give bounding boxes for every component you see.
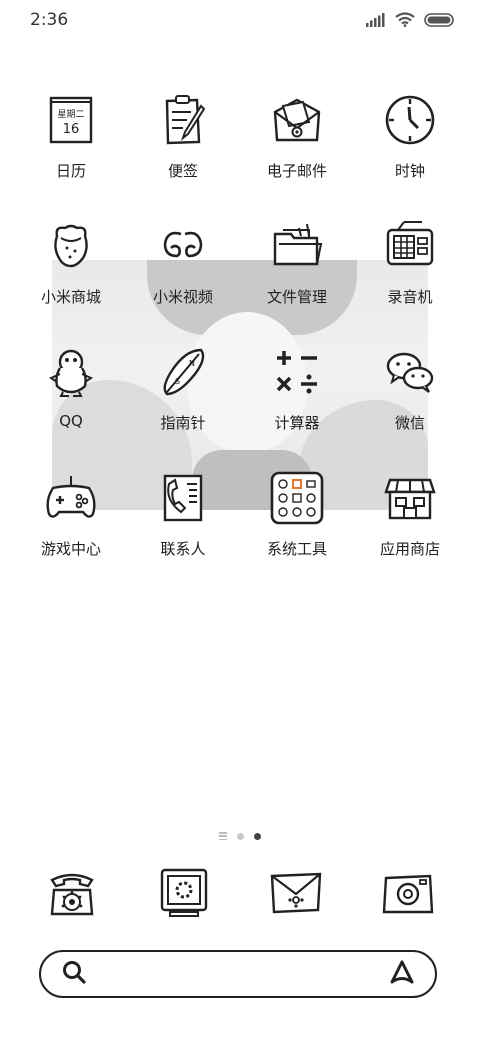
app-qq[interactable]: QQ <box>16 344 126 430</box>
page-indicator-menu-icon[interactable] <box>219 832 227 840</box>
status-bar: 2:36 <box>0 0 480 44</box>
app-label: 文件管理 <box>266 288 327 306</box>
app-calendar[interactable]: 星期二 16 日历 <box>16 92 126 181</box>
wifi-icon <box>395 12 415 31</box>
recorder-icon <box>382 218 438 274</box>
messages-icon <box>154 862 214 926</box>
app-label: 便签 <box>167 162 198 180</box>
notes-icon <box>155 92 211 148</box>
dock-browser[interactable] <box>264 862 328 926</box>
app-label: 系统工具 <box>266 540 327 558</box>
system-tools-folder-icon <box>269 470 325 526</box>
calendar-day: 16 <box>63 122 80 137</box>
app-system-tools-folder[interactable]: 系统工具 <box>242 470 352 559</box>
qq-icon <box>43 344 99 400</box>
app-label: 小米视频 <box>152 288 213 306</box>
app-label: 微信 <box>394 414 425 432</box>
assistant-icon[interactable] <box>389 959 415 989</box>
dock-camera[interactable] <box>376 862 440 926</box>
mi-video-icon <box>155 218 211 274</box>
search-icon[interactable] <box>61 959 87 989</box>
app-label: 日历 <box>55 162 86 180</box>
dock-messages[interactable] <box>152 862 216 926</box>
game-center-icon <box>43 470 99 526</box>
clock-icon <box>382 92 438 148</box>
app-label: 电子邮件 <box>266 162 327 180</box>
app-store-icon <box>382 470 438 526</box>
app-label: 应用商店 <box>379 540 440 558</box>
file-manager-icon <box>269 218 325 274</box>
contacts-icon <box>155 470 211 526</box>
app-clock[interactable]: 时钟 <box>355 92 465 181</box>
search-bar[interactable] <box>39 950 437 998</box>
page-indicator[interactable] <box>0 830 480 842</box>
browser-icon <box>266 862 326 926</box>
dock-phone[interactable] <box>40 862 104 926</box>
app-recorder[interactable]: 录音机 <box>355 218 465 307</box>
calculator-icon <box>269 344 325 400</box>
mi-store-icon <box>43 218 99 274</box>
status-icons <box>366 12 454 31</box>
app-game-center[interactable]: 游戏中心 <box>16 470 126 559</box>
app-notes[interactable]: 便签 <box>128 92 238 181</box>
app-label: 小米商城 <box>40 288 101 306</box>
battery-icon <box>424 12 454 31</box>
app-email[interactable]: 电子邮件 <box>242 92 352 181</box>
signal-icon <box>366 12 386 31</box>
wechat-icon <box>382 344 438 400</box>
app-wechat[interactable]: 微信 <box>355 344 465 433</box>
page-dot-2-active[interactable] <box>254 832 261 840</box>
app-label: 游戏中心 <box>40 540 101 558</box>
page-dot-1[interactable] <box>237 832 244 840</box>
svg-text:S: S <box>175 377 180 386</box>
phone-icon <box>42 862 102 926</box>
compass-icon: NS <box>155 344 211 400</box>
app-label: 时钟 <box>394 162 425 180</box>
app-app-store[interactable]: 应用商店 <box>355 470 465 559</box>
app-contacts[interactable]: 联系人 <box>128 470 238 559</box>
email-icon <box>269 92 325 148</box>
status-time: 2:36 <box>30 10 69 30</box>
app-label: 联系人 <box>160 540 206 558</box>
calendar-icon: 星期二 16 <box>43 92 99 148</box>
app-mi-store[interactable]: 小米商城 <box>16 218 126 307</box>
app-calculator[interactable]: 计算器 <box>242 344 352 433</box>
camera-icon <box>378 862 438 926</box>
app-label: 计算器 <box>274 414 320 432</box>
svg-text:N: N <box>189 359 195 368</box>
app-label: 录音机 <box>387 288 433 306</box>
app-label: 指南针 <box>160 414 206 432</box>
calendar-weekday: 星期二 <box>57 109 84 120</box>
app-mi-video[interactable]: 小米视频 <box>128 218 238 307</box>
app-label: QQ <box>59 412 83 430</box>
app-file-manager[interactable]: 文件管理 <box>242 218 352 307</box>
app-compass[interactable]: NS 指南针 <box>128 344 238 433</box>
